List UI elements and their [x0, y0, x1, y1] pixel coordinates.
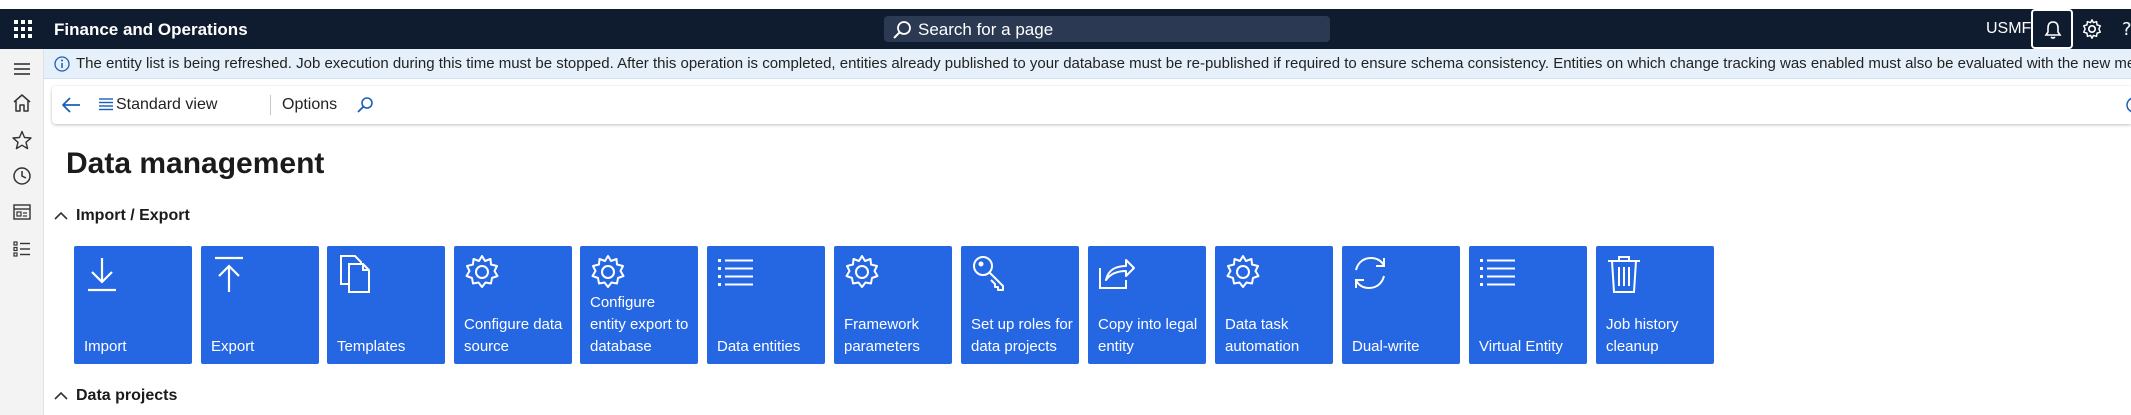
page-title: Data management — [66, 147, 325, 180]
sync-icon — [1355, 256, 1385, 290]
gear-icon — [2083, 19, 2101, 39]
modules-list-icon[interactable] — [12, 239, 32, 259]
gear-icon — [845, 255, 879, 288]
home-icon[interactable] — [12, 93, 32, 113]
trash-icon — [1608, 256, 1640, 293]
tile-label: Templates — [337, 338, 406, 355]
standard-view-label: Standard view — [116, 96, 218, 113]
hamburger-menu-icon[interactable] — [12, 59, 32, 79]
app-launcher-icon[interactable] — [12, 18, 34, 40]
svg-text:?: ? — [2122, 19, 2131, 40]
chevron-up-icon — [54, 391, 68, 400]
tile-data-task-automation[interactable]: Data task automation — [1215, 246, 1333, 364]
favorites-star-icon[interactable] — [12, 130, 32, 150]
list-icon — [1480, 259, 1515, 286]
back-arrow-icon[interactable] — [60, 95, 82, 115]
tile-label: Copy into legal entity — [1098, 316, 1198, 355]
section-import-export-header[interactable]: Import / Export — [54, 207, 190, 225]
options-button[interactable]: Options — [282, 96, 337, 114]
workspaces-icon[interactable] — [12, 202, 32, 222]
settings-button[interactable] — [2081, 18, 2103, 45]
window-top-edge — [0, 0, 2131, 9]
tile-label: Data task automation — [1225, 316, 1300, 355]
tile-label: Export — [211, 338, 255, 355]
tile-label: Set up roles for data projects — [971, 316, 1073, 355]
find-search-icon[interactable] — [356, 96, 374, 114]
tile-label: Data entities — [717, 338, 801, 355]
view-list-icon — [99, 98, 113, 111]
download-icon — [88, 258, 116, 292]
key-icon — [973, 256, 1004, 291]
tile-templates[interactable]: Templates — [327, 246, 445, 364]
gear-icon — [591, 255, 625, 288]
search-placeholder: Search for a page — [918, 20, 1054, 39]
notifications-button[interactable] — [2031, 9, 2073, 49]
tile-label: Virtual Entity — [1479, 338, 1563, 355]
tile-label: Job history cleanup — [1606, 316, 1679, 355]
tile-job-history-cleanup[interactable]: Job history cleanup — [1596, 246, 1714, 364]
tile-set-up-roles[interactable]: Set up roles for data projects — [961, 246, 1079, 364]
help-icon[interactable]: ? — [2120, 18, 2131, 40]
share-icon — [1099, 259, 1135, 289]
list-icon — [718, 259, 753, 286]
info-icon — [54, 56, 70, 72]
section-data-projects-header[interactable]: Data projects — [54, 387, 177, 405]
info-message-text: The entity list is being refreshed. Job … — [76, 55, 2131, 72]
gear-icon — [465, 255, 499, 288]
tile-copy-into-legal-entity[interactable]: Copy into legal entity — [1088, 246, 1206, 364]
tile-label: Configure entity export to database — [590, 294, 689, 355]
tile-export[interactable]: Export — [201, 246, 319, 364]
company-picker[interactable]: USMF — [1986, 20, 2031, 38]
section-import-export-label: Import / Export — [76, 207, 190, 224]
tile-label: Import — [84, 338, 127, 355]
tile-label: Configure data source — [464, 316, 563, 355]
tile-import[interactable]: Import — [74, 246, 192, 364]
tile-virtual-entity[interactable]: Virtual Entity — [1469, 246, 1587, 364]
chevron-up-icon — [54, 211, 68, 220]
tile-data-entities[interactable]: Data entities — [707, 246, 825, 364]
gear-icon — [1226, 255, 1260, 288]
recent-clock-icon[interactable] — [12, 166, 32, 186]
tile-dual-write[interactable]: Dual-write — [1342, 246, 1460, 364]
tile-configure-data-source[interactable]: Configure data source — [454, 246, 572, 364]
search-icon — [893, 21, 911, 39]
page-search-box[interactable]: Search for a page — [884, 16, 1330, 42]
left-navigation-pane — [0, 49, 44, 415]
standard-view-button[interactable]: Standard view — [98, 86, 217, 124]
tile-label: Dual-write — [1352, 338, 1420, 355]
info-message-bar: The entity list is being refreshed. Job … — [44, 49, 2131, 79]
tile-label: Framework parameters — [844, 316, 920, 355]
bell-icon — [2044, 21, 2062, 39]
tile-framework-parameters[interactable]: Framework parameters — [834, 246, 952, 364]
action-pane-edge-icon[interactable] — [2125, 96, 2131, 114]
documents-icon — [340, 255, 370, 293]
tile-configure-entity-export[interactable]: Configure entity export to database — [580, 246, 698, 364]
action-separator — [270, 95, 271, 115]
upload-icon — [215, 256, 243, 292]
action-pane: Standard view Options — [52, 86, 2131, 124]
app-title[interactable]: Finance and Operations — [54, 20, 248, 40]
section-data-projects-label: Data projects — [76, 387, 178, 404]
top-navigation-bar: Finance and Operations Search for a page… — [0, 9, 2131, 49]
